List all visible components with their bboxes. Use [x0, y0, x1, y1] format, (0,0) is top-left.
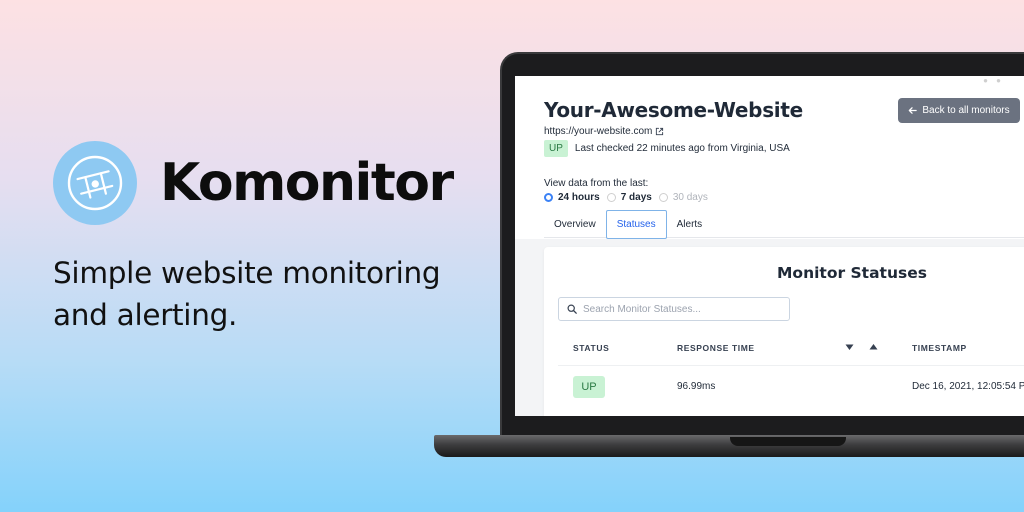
- sort-up-icon[interactable]: [869, 343, 878, 351]
- laptop-notch: [730, 437, 846, 446]
- tab-overview[interactable]: Overview: [544, 210, 606, 238]
- monitor-logo-icon: [67, 155, 123, 211]
- column-header-timestamp[interactable]: TIMESTAMP: [912, 343, 967, 353]
- time-range-selector: 24 hours 7 days 30 days: [544, 192, 708, 203]
- column-header-status[interactable]: STATUS: [573, 343, 609, 353]
- table-divider: [558, 365, 1024, 366]
- page-title: Your-Awesome-Website: [544, 98, 803, 122]
- range-label: 24 hours: [558, 192, 600, 203]
- tab-alerts[interactable]: Alerts: [667, 210, 713, 238]
- arrow-left-icon: [909, 107, 918, 114]
- search-field[interactable]: [558, 297, 790, 321]
- back-button-label: Back to all monitors: [922, 105, 1010, 116]
- row-status-badge: UP: [573, 376, 605, 398]
- range-30-days[interactable]: 30 days: [658, 192, 708, 203]
- view-range-label: View data from the last:: [544, 178, 649, 189]
- search-icon: [567, 304, 577, 314]
- search-input[interactable]: [583, 303, 773, 315]
- tagline: Simple website monitoring and alerting.: [53, 256, 441, 332]
- brand-name: Komonitor: [160, 153, 454, 213]
- laptop-screen: ● ● Your-Awesome-Website Back to all mon…: [515, 76, 1024, 416]
- window-dots-icon: ● ●: [983, 76, 1004, 85]
- card-title: Monitor Statuses: [777, 264, 927, 282]
- row-timestamp: Dec 16, 2021, 12:05:54 PM: [912, 381, 1024, 392]
- site-url-text[interactable]: https://your-website.com: [544, 126, 652, 137]
- radio-30-days[interactable]: [658, 193, 668, 202]
- radio-7-days[interactable]: [606, 193, 616, 202]
- range-label: 30 days: [672, 192, 708, 203]
- back-to-monitors-button[interactable]: Back to all monitors: [898, 98, 1020, 123]
- site-url-link[interactable]: https://your-website.com: [544, 126, 664, 137]
- logo: [53, 141, 137, 225]
- laptop-base: [434, 435, 1024, 457]
- tab-bar: Overview Statuses Alerts: [544, 210, 1024, 239]
- range-label: 7 days: [620, 192, 652, 203]
- last-checked-text: Last checked 22 minutes ago from Virgini…: [574, 143, 790, 154]
- status-badge: UP: [544, 140, 568, 157]
- sort-down-icon[interactable]: [845, 343, 854, 351]
- range-24-hours[interactable]: 24 hours: [544, 192, 600, 203]
- tab-statuses[interactable]: Statuses: [605, 210, 667, 239]
- row-response-time: 96.99ms: [677, 381, 716, 392]
- range-7-days[interactable]: 7 days: [606, 192, 652, 203]
- status-row: UP Last checked 22 minutes ago from Virg…: [544, 140, 790, 157]
- external-link-icon[interactable]: [655, 127, 664, 136]
- column-header-response-time[interactable]: RESPONSE TIME: [677, 343, 755, 353]
- radio-24-hours[interactable]: [544, 193, 553, 202]
